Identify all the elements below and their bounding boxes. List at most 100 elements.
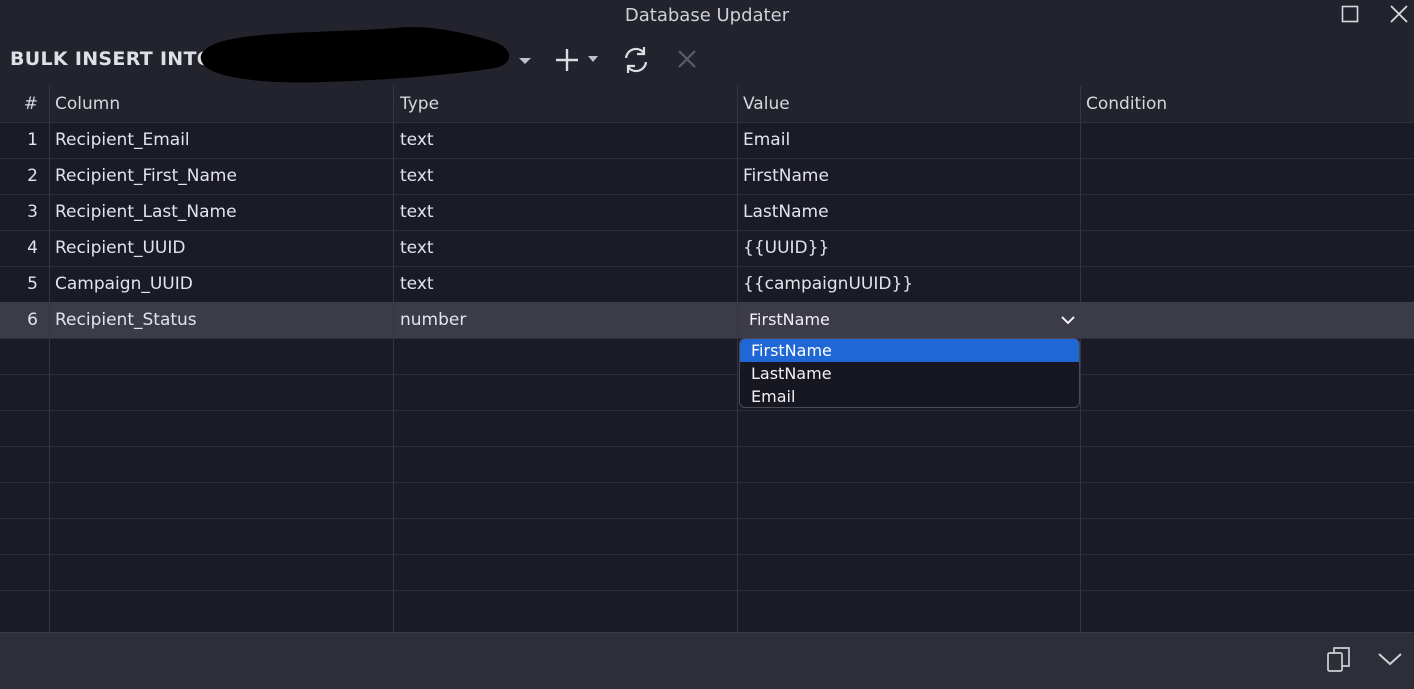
- table-row-selected[interactable]: 6 Recipient_Status number FirstName: [0, 302, 1414, 339]
- header-num[interactable]: #: [0, 86, 50, 122]
- chevron-down-icon[interactable]: [1377, 652, 1403, 666]
- dropdown-option-email[interactable]: Email: [740, 385, 1079, 407]
- header-condition[interactable]: Condition: [1081, 86, 1414, 122]
- condition-cell[interactable]: [1081, 194, 1414, 230]
- column-cell[interactable]: [49, 446, 394, 482]
- copy-icon[interactable]: [1326, 645, 1352, 673]
- type-cell[interactable]: [394, 446, 738, 482]
- condition-cell[interactable]: [1081, 374, 1414, 410]
- column-cell[interactable]: [49, 590, 394, 632]
- table-row[interactable]: 2 Recipient_First_Name text FirstName: [0, 158, 1414, 195]
- empty-row[interactable]: [0, 482, 1414, 519]
- condition-cell[interactable]: [1081, 338, 1414, 374]
- add-dropdown-chevron-icon[interactable]: [586, 54, 600, 64]
- cancel-icon[interactable]: [676, 48, 698, 70]
- row-number: [0, 482, 50, 518]
- column-cell[interactable]: Recipient_Email: [49, 122, 394, 158]
- dropdown-option-lastname[interactable]: LastName: [740, 362, 1079, 385]
- condition-cell[interactable]: [1081, 482, 1414, 518]
- condition-cell[interactable]: [1081, 590, 1414, 632]
- type-cell[interactable]: [394, 374, 738, 410]
- value-cell[interactable]: [738, 554, 1081, 590]
- empty-row[interactable]: [0, 590, 1414, 632]
- column-cell[interactable]: Recipient_First_Name: [49, 158, 394, 194]
- value-cell[interactable]: [738, 410, 1081, 446]
- row-number: 3: [0, 194, 50, 230]
- row-number: 6: [0, 302, 50, 338]
- empty-row[interactable]: [0, 410, 1414, 447]
- empty-row[interactable]: [0, 374, 1414, 411]
- plus-icon[interactable]: [553, 46, 581, 74]
- value-cell[interactable]: [738, 518, 1081, 554]
- maximize-icon[interactable]: [1341, 5, 1359, 23]
- header-type[interactable]: Type: [394, 86, 738, 122]
- type-cell[interactable]: text: [394, 266, 738, 302]
- value-cell[interactable]: {{campaignUUID}}: [738, 266, 1081, 302]
- column-cell[interactable]: Recipient_Status: [49, 302, 394, 338]
- type-cell[interactable]: text: [394, 158, 738, 194]
- refresh-icon[interactable]: [620, 44, 652, 76]
- type-cell[interactable]: text: [394, 194, 738, 230]
- header-column[interactable]: Column: [49, 86, 394, 122]
- table-row[interactable]: 3 Recipient_Last_Name text LastName: [0, 194, 1414, 231]
- value-select[interactable]: FirstName: [740, 302, 1081, 338]
- mode-label: BULK INSERT INTO: [10, 48, 214, 70]
- value-cell[interactable]: LastName: [738, 194, 1081, 230]
- condition-cell[interactable]: [1081, 158, 1414, 194]
- row-number: 4: [0, 230, 50, 266]
- column-cell[interactable]: [49, 410, 394, 446]
- column-cell[interactable]: Recipient_UUID: [49, 230, 394, 266]
- empty-row[interactable]: [0, 338, 1414, 375]
- value-cell[interactable]: {{UUID}}: [738, 230, 1081, 266]
- dropdown-option-firstname[interactable]: FirstName: [740, 339, 1079, 362]
- row-number: [0, 446, 50, 482]
- type-cell[interactable]: [394, 482, 738, 518]
- type-cell[interactable]: [394, 518, 738, 554]
- type-cell[interactable]: [394, 590, 738, 632]
- type-cell[interactable]: [394, 410, 738, 446]
- type-cell[interactable]: [394, 554, 738, 590]
- condition-cell[interactable]: [1081, 518, 1414, 554]
- condition-cell[interactable]: [1081, 122, 1414, 158]
- type-cell[interactable]: [394, 338, 738, 374]
- condition-cell[interactable]: [1081, 410, 1414, 446]
- value-cell[interactable]: [738, 446, 1081, 482]
- condition-cell[interactable]: [1081, 230, 1414, 266]
- header-value[interactable]: Value: [738, 86, 1081, 122]
- grid-header: # Column Type Value Condition: [0, 86, 1414, 123]
- value-cell[interactable]: FirstName: [738, 158, 1081, 194]
- value-select-current: FirstName: [749, 310, 830, 329]
- row-number: 5: [0, 266, 50, 302]
- value-cell[interactable]: Email: [738, 122, 1081, 158]
- redacted-table-name[interactable]: [195, 20, 525, 90]
- column-cell[interactable]: [49, 338, 394, 374]
- chevron-down-icon[interactable]: [1060, 313, 1076, 327]
- table-row[interactable]: 4 Recipient_UUID text {{UUID}}: [0, 230, 1414, 267]
- table-row[interactable]: 1 Recipient_Email text Email: [0, 122, 1414, 159]
- column-cell[interactable]: Recipient_Last_Name: [49, 194, 394, 230]
- row-number: [0, 338, 50, 374]
- value-cell[interactable]: [738, 590, 1081, 632]
- column-cell[interactable]: [49, 518, 394, 554]
- type-cell[interactable]: text: [394, 230, 738, 266]
- footer-bar: [0, 632, 1414, 689]
- column-cell[interactable]: Campaign_UUID: [49, 266, 394, 302]
- empty-row[interactable]: [0, 446, 1414, 483]
- column-cell[interactable]: [49, 374, 394, 410]
- type-cell[interactable]: number: [394, 302, 738, 338]
- empty-row[interactable]: [0, 518, 1414, 555]
- condition-cell[interactable]: [1081, 266, 1414, 302]
- close-icon[interactable]: [1389, 4, 1409, 24]
- table-row[interactable]: 5 Campaign_UUID text {{campaignUUID}}: [0, 266, 1414, 303]
- value-cell[interactable]: [738, 482, 1081, 518]
- column-cell[interactable]: [49, 554, 394, 590]
- row-number: [0, 590, 50, 632]
- condition-cell[interactable]: [1081, 302, 1414, 338]
- row-number: 1: [0, 122, 50, 158]
- empty-row[interactable]: [0, 554, 1414, 591]
- condition-cell[interactable]: [1081, 446, 1414, 482]
- column-cell[interactable]: [49, 482, 394, 518]
- condition-cell[interactable]: [1081, 554, 1414, 590]
- type-cell[interactable]: text: [394, 122, 738, 158]
- table-dropdown-chevron-icon[interactable]: [514, 54, 536, 68]
